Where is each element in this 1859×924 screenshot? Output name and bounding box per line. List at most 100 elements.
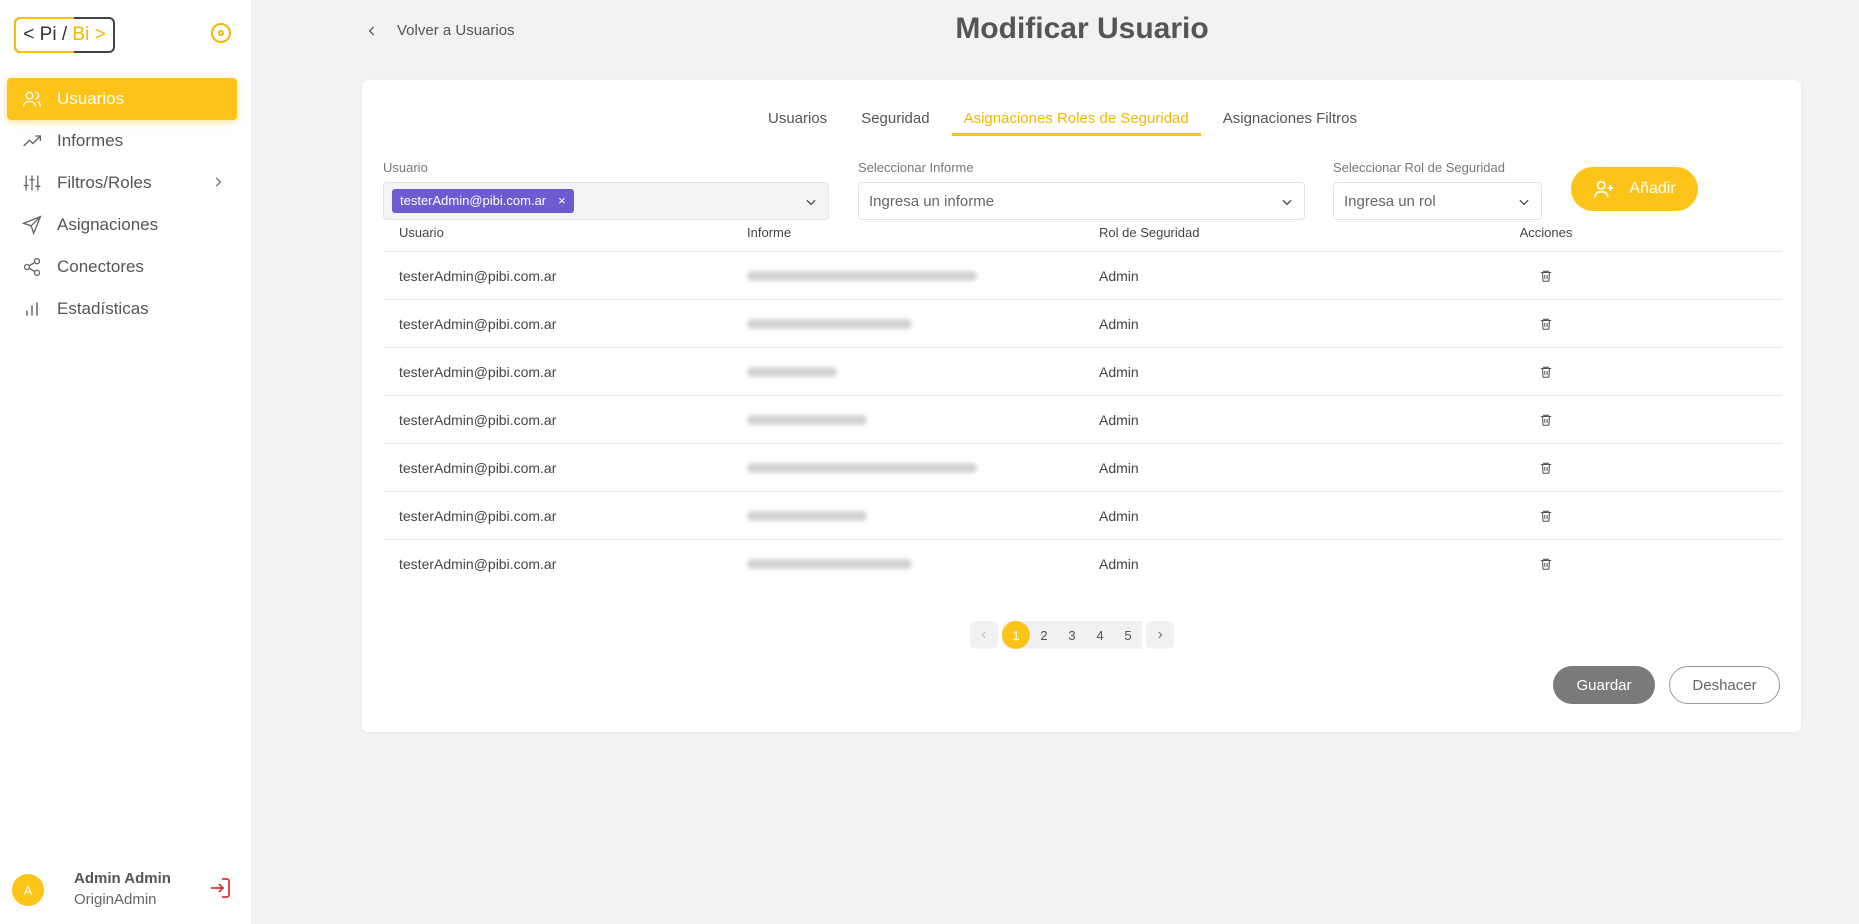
assignments-table: Usuario Informe Rol de Seguridad Accione… xyxy=(383,214,1782,588)
redacted-text xyxy=(747,414,867,425)
delete-icon[interactable] xyxy=(1539,268,1553,284)
app-logo[interactable]: < Pi / Bi > xyxy=(14,17,115,53)
chip-label: testerAdmin@pibi.com.ar xyxy=(400,193,547,208)
chevron-right-icon xyxy=(1158,631,1163,639)
cell-informe-redacted xyxy=(733,508,1083,524)
share-icon xyxy=(21,256,43,278)
sidebar-item-asignaciones[interactable]: Asignaciones xyxy=(7,204,237,246)
cell-rol: Admin xyxy=(1099,363,1139,380)
back-to-users-link[interactable]: Volver a Usuarios xyxy=(365,22,515,39)
cell-usuario: testerAdmin@pibi.com.ar xyxy=(399,556,557,572)
redacted-text xyxy=(747,366,837,377)
cell-rol: Admin xyxy=(1099,411,1139,428)
next-page-button[interactable] xyxy=(1146,621,1174,649)
trending-up-icon xyxy=(21,130,43,152)
avatar[interactable]: A xyxy=(12,874,44,906)
chip-remove-icon[interactable]: × xyxy=(558,189,566,213)
sidebar-item-label: Conectores xyxy=(57,257,144,276)
page-2-button[interactable]: 2 xyxy=(1030,621,1058,649)
table-row: testerAdmin@pibi.com.ar Admin xyxy=(383,492,1782,540)
delete-icon[interactable] xyxy=(1539,508,1553,524)
rol-label: Seleccionar Rol de Seguridad xyxy=(1333,160,1505,175)
table-row: testerAdmin@pibi.com.ar Admin xyxy=(383,300,1782,348)
send-icon xyxy=(21,214,43,236)
table-header: Usuario Informe Rol de Seguridad Accione… xyxy=(383,214,1782,252)
tab-bar: Usuarios Seguridad Asignaciones Roles de… xyxy=(756,102,1379,136)
rol-placeholder: Ingresa un rol xyxy=(1344,192,1436,210)
chevron-left-icon xyxy=(368,25,375,36)
redacted-text xyxy=(747,510,867,521)
sidebar-item-filtros-roles[interactable]: Filtros/Roles xyxy=(7,162,237,204)
chevron-down-icon xyxy=(1517,195,1531,213)
redacted-text xyxy=(747,270,977,281)
delete-icon[interactable] xyxy=(1539,460,1553,476)
settings-icon[interactable] xyxy=(211,23,231,43)
cell-informe-redacted xyxy=(733,556,1083,572)
back-link-label: Volver a Usuarios xyxy=(397,22,515,39)
cell-usuario: testerAdmin@pibi.com.ar xyxy=(399,411,557,428)
sidebar-item-label: Usuarios xyxy=(57,89,125,108)
sidebar-item-conectores[interactable]: Conectores xyxy=(7,246,237,288)
cell-informe-redacted xyxy=(733,364,1083,380)
delete-icon[interactable] xyxy=(1539,316,1553,332)
user-profile: A Admin Admin OriginAdmin xyxy=(12,870,242,914)
cell-usuario: testerAdmin@pibi.com.ar xyxy=(399,363,557,380)
cell-usuario: testerAdmin@pibi.com.ar xyxy=(399,507,557,524)
chevron-right-icon xyxy=(211,174,225,194)
cell-acciones xyxy=(1433,508,1659,524)
table-row: testerAdmin@pibi.com.ar Admin xyxy=(383,252,1782,300)
cell-rol: Admin xyxy=(1099,556,1139,572)
informe-placeholder: Ingresa un informe xyxy=(869,192,995,210)
tab-usuarios[interactable]: Usuarios xyxy=(756,102,839,136)
save-button[interactable]: Guardar xyxy=(1553,666,1655,704)
chevron-down-icon xyxy=(1280,195,1294,213)
selected-user-chip: testerAdmin@pibi.com.ar × xyxy=(392,189,574,213)
header-acciones: Acciones xyxy=(1519,225,1573,240)
sidebar-item-label: Filtros/Roles xyxy=(57,173,152,192)
add-button[interactable]: Añadir xyxy=(1571,167,1698,211)
cell-acciones xyxy=(1433,316,1659,332)
page-4-button[interactable]: 4 xyxy=(1086,621,1114,649)
cell-acciones xyxy=(1433,556,1659,572)
delete-icon[interactable] xyxy=(1539,412,1553,428)
cell-rol: Admin xyxy=(1099,267,1139,284)
cell-informe-redacted xyxy=(733,316,1083,332)
chevron-left-icon xyxy=(981,631,986,639)
edit-user-card: Usuarios Seguridad Asignaciones Roles de… xyxy=(362,80,1801,732)
delete-icon[interactable] xyxy=(1539,364,1553,380)
table-row: testerAdmin@pibi.com.ar Admin xyxy=(383,348,1782,396)
table-row: testerAdmin@pibi.com.ar Admin xyxy=(383,396,1782,444)
usuario-label: Usuario xyxy=(383,160,428,175)
sidebar-item-usuarios[interactable]: Usuarios xyxy=(7,78,237,120)
cell-rol: Admin xyxy=(1099,315,1139,332)
cell-usuario: testerAdmin@pibi.com.ar xyxy=(399,459,557,476)
sliders-icon xyxy=(21,172,43,194)
tab-asignaciones-roles[interactable]: Asignaciones Roles de Seguridad xyxy=(951,102,1201,136)
informe-label: Seleccionar Informe xyxy=(858,160,974,175)
cell-acciones xyxy=(1433,268,1659,284)
page-numbers: 1 2 3 4 5 xyxy=(1002,621,1142,649)
users-icon xyxy=(21,88,43,110)
header-usuario: Usuario xyxy=(399,225,444,240)
pagination: 1 2 3 4 5 xyxy=(970,621,1174,649)
logout-icon[interactable] xyxy=(208,876,232,905)
page-3-button[interactable]: 3 xyxy=(1058,621,1086,649)
user-role: OriginAdmin xyxy=(74,891,157,908)
cell-acciones xyxy=(1433,412,1659,428)
cell-usuario: testerAdmin@pibi.com.ar xyxy=(399,315,557,332)
redacted-text xyxy=(747,462,977,473)
tab-seguridad[interactable]: Seguridad xyxy=(849,102,941,136)
header-rol: Rol de Seguridad xyxy=(1099,225,1200,240)
undo-button[interactable]: Deshacer xyxy=(1669,666,1780,704)
sidebar-item-label: Asignaciones xyxy=(57,215,159,234)
sidebar-item-informes[interactable]: Informes xyxy=(7,120,237,162)
sidebar-item-estadisticas[interactable]: Estadísticas xyxy=(7,288,237,330)
tab-asignaciones-filtros[interactable]: Asignaciones Filtros xyxy=(1211,102,1369,136)
cell-rol: Admin xyxy=(1099,459,1139,476)
cell-rol: Admin xyxy=(1099,507,1139,524)
page-1-button[interactable]: 1 xyxy=(1002,621,1030,649)
page-5-button[interactable]: 5 xyxy=(1114,621,1142,649)
delete-icon[interactable] xyxy=(1539,556,1553,572)
user-name: Admin Admin xyxy=(74,870,171,887)
prev-page-button[interactable] xyxy=(970,621,998,649)
